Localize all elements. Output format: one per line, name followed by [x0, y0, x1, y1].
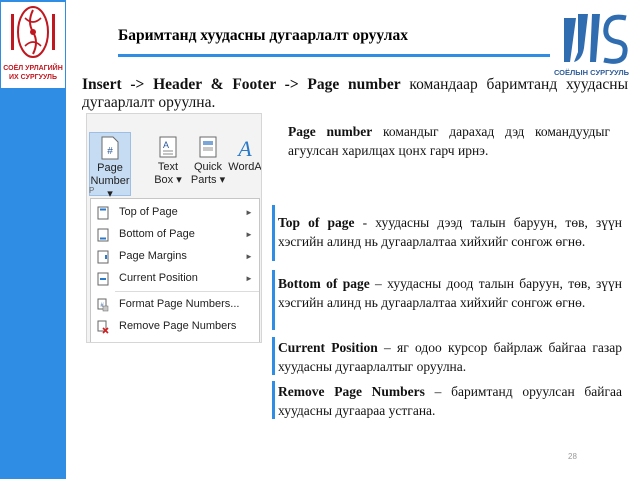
word-screenshot: # Page Number ▾ A Text Box ▾ Quick Parts…	[86, 113, 262, 343]
menu-item-label: Format Page Numbers...	[119, 298, 240, 310]
svg-text:A: A	[163, 140, 169, 150]
school-logo-icon	[564, 14, 628, 64]
current-position-icon	[97, 272, 109, 286]
submenu-arrow-icon: ►	[245, 208, 253, 217]
accent-rule	[272, 337, 275, 375]
submenu-arrow-icon: ►	[245, 230, 253, 239]
menu-item-bottom-of-page[interactable]: Bottom of Page ►	[91, 224, 259, 245]
menu-item-label: Top of Page	[119, 206, 178, 218]
left-band: СОЁЛ УРЛАГИЙН ИХ СУРГУУЛЬ	[0, 0, 66, 479]
desc-keyword: Top of page	[278, 215, 355, 230]
svg-text:#: #	[107, 146, 113, 157]
slide-title: Баримтанд хуудасны дугаарлалт оруулах	[118, 27, 408, 44]
left-logo-caption: СОЁЛ УРЛАГИЙН ИХ СУРГУУЛЬ	[3, 65, 63, 81]
bottom-of-page-description: Bottom of page – хуудасны доод талын бар…	[278, 275, 622, 312]
page-number-label-1: Page	[97, 162, 123, 174]
text-box-icon: A	[159, 136, 177, 158]
menu-item-label: Bottom of Page	[119, 228, 195, 240]
quick-parts-label-1: Quick	[193, 161, 223, 173]
menu-item-page-margins[interactable]: Page Margins ►	[91, 246, 259, 267]
remove-page-numbers-description: Remove Page Numbers – баримтанд оруулсан…	[278, 383, 622, 420]
slide-page-number: 28	[568, 452, 577, 461]
page-number-icon: #	[101, 136, 119, 160]
top-of-page-icon	[97, 206, 109, 220]
page-margins-icon	[97, 250, 109, 264]
desc-keyword: Page number	[288, 124, 373, 139]
page-number-description: Page number командыг дарахад дэд команду…	[288, 123, 610, 160]
desc-keyword: Bottom of page	[278, 276, 370, 291]
menu-item-top-of-page[interactable]: Top of Page ►	[91, 202, 259, 223]
menu-item-current-position[interactable]: Current Position ►	[91, 268, 259, 289]
title-underline	[118, 54, 550, 57]
submenu-arrow-icon: ►	[245, 252, 253, 261]
wordart-icon: A	[236, 136, 252, 159]
menu-item-remove-page-numbers[interactable]: Remove Page Numbers	[91, 316, 259, 337]
menu-item-label: Page Margins	[119, 250, 187, 262]
text-box-label-1: Text	[157, 161, 179, 173]
page-number-menu: Top of Page ► Bottom of Page ► Page Marg…	[90, 198, 260, 342]
desc-keyword: Current Position	[278, 340, 378, 355]
bottom-of-page-icon	[97, 228, 109, 242]
top-of-page-description: Top of page - хуудасны дээд талын баруун…	[278, 214, 622, 251]
remove-page-numbers-icon	[97, 320, 109, 334]
insert-ribbon: # Page Number ▾ A Text Box ▾ Quick Parts…	[87, 114, 262, 200]
wordart-label-1: WordA	[228, 161, 262, 173]
quick-parts-icon	[199, 136, 217, 158]
submenu-arrow-icon: ►	[245, 274, 253, 283]
menu-separator	[115, 291, 259, 292]
menu-item-label: Remove Page Numbers	[119, 320, 237, 332]
accent-rule	[272, 270, 275, 330]
accent-rule	[272, 381, 275, 419]
university-emblem-icon	[11, 6, 55, 58]
current-position-description: Current Position – яг одоо курсор байрла…	[278, 339, 622, 376]
ribbon-group-label: P	[89, 186, 95, 195]
desc-keyword: Remove Page Numbers	[278, 384, 425, 399]
accent-rule	[272, 205, 275, 261]
menu-item-format-page-numbers[interactable]: # Format Page Numbers...	[91, 294, 259, 315]
svg-text:A: A	[236, 136, 252, 159]
menu-item-label: Current Position	[119, 272, 198, 284]
format-page-numbers-icon: #	[97, 298, 109, 312]
intro-paragraph: Insert -> Header & Footer -> Page number…	[82, 76, 628, 112]
intro-command-path: Insert -> Header & Footer -> Page number	[82, 76, 401, 93]
